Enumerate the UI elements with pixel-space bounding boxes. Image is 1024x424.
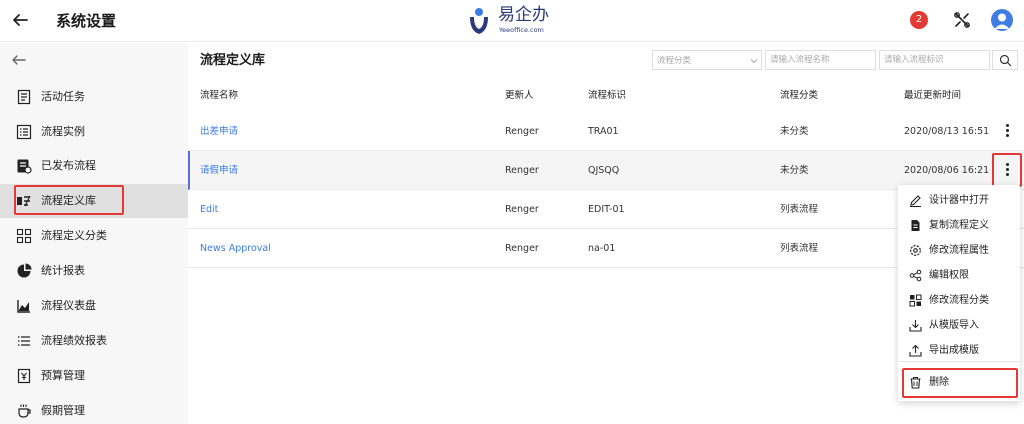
process-name-link[interactable]: Edit xyxy=(200,204,218,216)
table-row[interactable]: 出差申请 Renger TRA01 未分类 2020/08/13 16:51 xyxy=(188,112,1024,151)
instance-list-icon xyxy=(16,124,32,140)
process-name-link[interactable]: News Approval xyxy=(200,243,271,255)
category-grid-icon xyxy=(16,228,32,244)
sidebar-item-performance[interactable]: 流程绩效报表 xyxy=(0,324,188,358)
gear-icon xyxy=(910,245,921,256)
highlight-box-delete xyxy=(902,368,1018,398)
sidebar-item-label: 已发布流程 xyxy=(41,159,96,172)
process-name-link[interactable]: 请假申请 xyxy=(200,165,238,177)
cup-icon xyxy=(18,404,31,418)
menu-item-open-designer[interactable]: 设计器中打开 xyxy=(898,188,1020,213)
sidebar-item-label: 活动任务 xyxy=(41,90,85,103)
process-name-input[interactable] xyxy=(765,50,876,70)
sidebar-item-label: 流程绩效报表 xyxy=(41,334,107,347)
category-cell: 列表流程 xyxy=(780,243,819,254)
copy-doc-icon xyxy=(911,220,920,231)
more-actions-icon[interactable] xyxy=(1004,124,1010,140)
sidebar-item-label: 流程定义分类 xyxy=(41,229,107,242)
sidebar-item-definition-category[interactable]: 流程定义分类 xyxy=(0,219,188,253)
tools-icon[interactable] xyxy=(952,10,972,30)
logo-text-cn: 易企办 xyxy=(498,5,549,25)
column-header-updated: 最近更新时间 xyxy=(904,90,962,101)
menu-item-copy-definition[interactable]: 复制流程定义 xyxy=(898,213,1020,238)
category-cell: 未分类 xyxy=(780,165,809,176)
sidebar-item-published[interactable]: 已发布流程 xyxy=(0,149,188,183)
menu-item-label: 复制流程定义 xyxy=(929,220,989,231)
pie-chart-icon xyxy=(17,263,32,278)
menu-item-export-template[interactable]: 导出成模版 xyxy=(898,338,1020,363)
menu-item-label: 修改流程分类 xyxy=(929,295,989,306)
page-title: 系统设置 xyxy=(56,12,117,30)
logo-text-en: Yeeoffice.com xyxy=(499,26,544,34)
menu-item-label: 编辑权限 xyxy=(929,270,969,281)
updater-cell: Renger xyxy=(505,126,539,137)
back-arrow-icon[interactable] xyxy=(10,10,30,30)
menu-item-import-template[interactable]: 从模版导入 xyxy=(898,313,1020,338)
sidebar-item-process-instances[interactable]: 流程实例 xyxy=(0,115,188,149)
logo-mark-icon xyxy=(470,8,488,34)
published-icon xyxy=(17,159,32,174)
sidebar-item-statistics[interactable]: 统计报表 xyxy=(0,254,188,288)
sidebar-item-budget[interactable]: 预算管理 xyxy=(0,359,188,393)
user-avatar[interactable] xyxy=(991,9,1013,31)
pencil-icon xyxy=(910,195,921,207)
category-grid-icon xyxy=(909,294,922,307)
menu-item-edit-permissions[interactable]: 编辑权限 xyxy=(898,263,1020,288)
task-list-icon xyxy=(17,89,31,105)
menu-item-label: 设计器中打开 xyxy=(929,195,989,206)
menu-item-label: 修改流程属性 xyxy=(929,245,989,256)
app-header: 系统设置 易企办 Yeeoffice.com 2 xyxy=(0,0,1024,42)
highlight-box-sidebar xyxy=(14,185,124,215)
sidebar-item-active-tasks[interactable]: 活动任务 xyxy=(0,80,188,114)
menu-item-edit-properties[interactable]: 修改流程属性 xyxy=(898,238,1020,263)
sidebar-item-label: 预算管理 xyxy=(41,369,85,382)
category-select[interactable]: 流程分类 xyxy=(652,50,762,70)
column-header-category: 流程分类 xyxy=(780,90,819,101)
menu-item-label: 导出成模版 xyxy=(929,345,979,356)
updater-cell: Renger xyxy=(505,204,539,215)
column-header-key: 流程标识 xyxy=(588,90,627,101)
budget-icon xyxy=(17,368,31,384)
key-cell: QJSQQ xyxy=(588,165,620,176)
sidebar-item-holiday[interactable]: 假期管理 xyxy=(0,394,188,424)
sidebar-item-label: 统计报表 xyxy=(41,264,85,277)
category-cell: 列表流程 xyxy=(780,204,819,215)
process-name-link[interactable]: 出差申请 xyxy=(200,126,238,138)
share-icon xyxy=(909,269,922,282)
menu-divider xyxy=(898,361,1020,362)
sidebar-item-label: 流程实例 xyxy=(41,125,85,138)
sidebar-item-dashboard[interactable]: 流程仪表盘 xyxy=(0,289,188,323)
key-cell: EDIT-01 xyxy=(588,204,625,215)
category-select-placeholder: 流程分类 xyxy=(657,56,692,66)
chevron-down-icon xyxy=(750,59,758,64)
key-cell: na-01 xyxy=(588,243,616,254)
process-key-input[interactable] xyxy=(879,50,990,70)
column-header-updater: 更新人 xyxy=(505,90,534,101)
notification-badge[interactable]: 2 xyxy=(910,11,928,29)
highlight-box-kebab xyxy=(992,153,1022,187)
menu-item-change-category[interactable]: 修改流程分类 xyxy=(898,288,1020,313)
category-cell: 未分类 xyxy=(780,126,809,137)
collapse-back-icon[interactable] xyxy=(10,51,28,69)
bullet-list-icon xyxy=(18,336,30,346)
upload-icon xyxy=(909,344,922,357)
updated-cell: 2020/08/06 16:21 xyxy=(904,165,990,176)
line-chart-icon xyxy=(17,300,30,313)
key-cell: TRA01 xyxy=(588,126,619,137)
menu-item-label: 从模版导入 xyxy=(929,320,979,331)
search-icon xyxy=(999,54,1012,67)
sidebar-item-label: 流程仪表盘 xyxy=(41,299,96,312)
column-header-name: 流程名称 xyxy=(200,90,239,101)
updater-cell: Renger xyxy=(505,243,539,254)
user-icon xyxy=(994,13,1010,29)
library-title: 流程定义库 xyxy=(200,53,266,68)
sidebar-item-label: 假期管理 xyxy=(41,404,85,417)
updater-cell: Renger xyxy=(505,165,539,176)
download-icon xyxy=(909,320,922,332)
search-button[interactable] xyxy=(992,50,1018,70)
updated-cell: 2020/08/13 16:51 xyxy=(904,126,990,137)
sidebar: 活动任务 流程实例 已发布流程 流程定义库 流程定义分类 统计报表 流程仪表盘 … xyxy=(0,43,188,424)
